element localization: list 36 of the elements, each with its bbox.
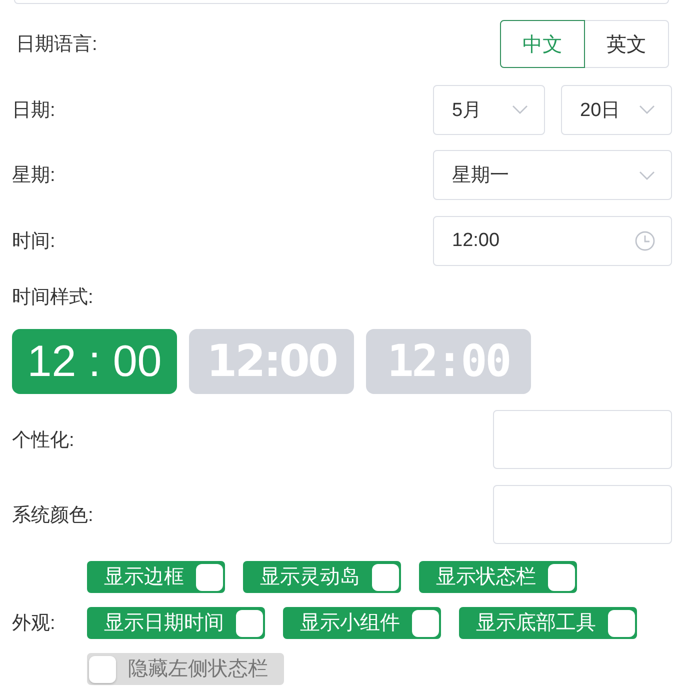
field-label: 个性化: [12,428,74,452]
switch-knob [372,564,399,590]
toggle-switch[interactable]: 显示小组件 [283,607,441,639]
toggle-switch[interactable]: 隐藏左侧状态栏 [87,653,284,685]
language-option[interactable]: 英文 [584,20,669,68]
clock-icon [635,231,655,251]
field-label: 日期语言: [16,33,98,57]
time-style-option[interactable]: 12 : 00 [12,329,177,394]
toggle-switch[interactable]: 显示边框 [87,561,225,593]
language-option[interactable]: 中文 [500,20,585,68]
toggle-switch[interactable]: 显示灵动岛 [243,561,401,593]
field-label: 系统颜色: [12,504,94,528]
weekday-select[interactable]: 星期一 [433,150,672,200]
field-label: 时间样式: [12,286,94,310]
field-label: 外观: [12,612,56,636]
switch-knob [608,610,635,636]
switch-knob [89,656,116,682]
month-select[interactable]: 5月 [433,84,545,134]
field-label: 星期: [12,164,56,188]
input-field[interactable] [14,0,669,4]
field-label: 时间: [12,230,56,254]
input-box[interactable] [493,410,672,469]
chevron-down-icon [639,170,655,180]
switch-knob [236,610,263,636]
switch-knob [196,564,223,590]
chevron-down-icon [512,105,528,114]
toggle-switch[interactable]: 显示状态栏 [419,561,577,593]
switch-knob [412,610,439,636]
time-picker[interactable]: 12:00 [433,216,672,266]
toggle-switch[interactable]: 显示日期时间 [87,607,265,639]
switch-knob [548,564,575,590]
toggle-switch[interactable]: 显示底部工具 [459,607,637,639]
field-label: 日期: [12,98,56,122]
chevron-down-icon [639,105,655,114]
input-box[interactable] [493,485,672,544]
day-select[interactable]: 20日 [561,84,672,134]
